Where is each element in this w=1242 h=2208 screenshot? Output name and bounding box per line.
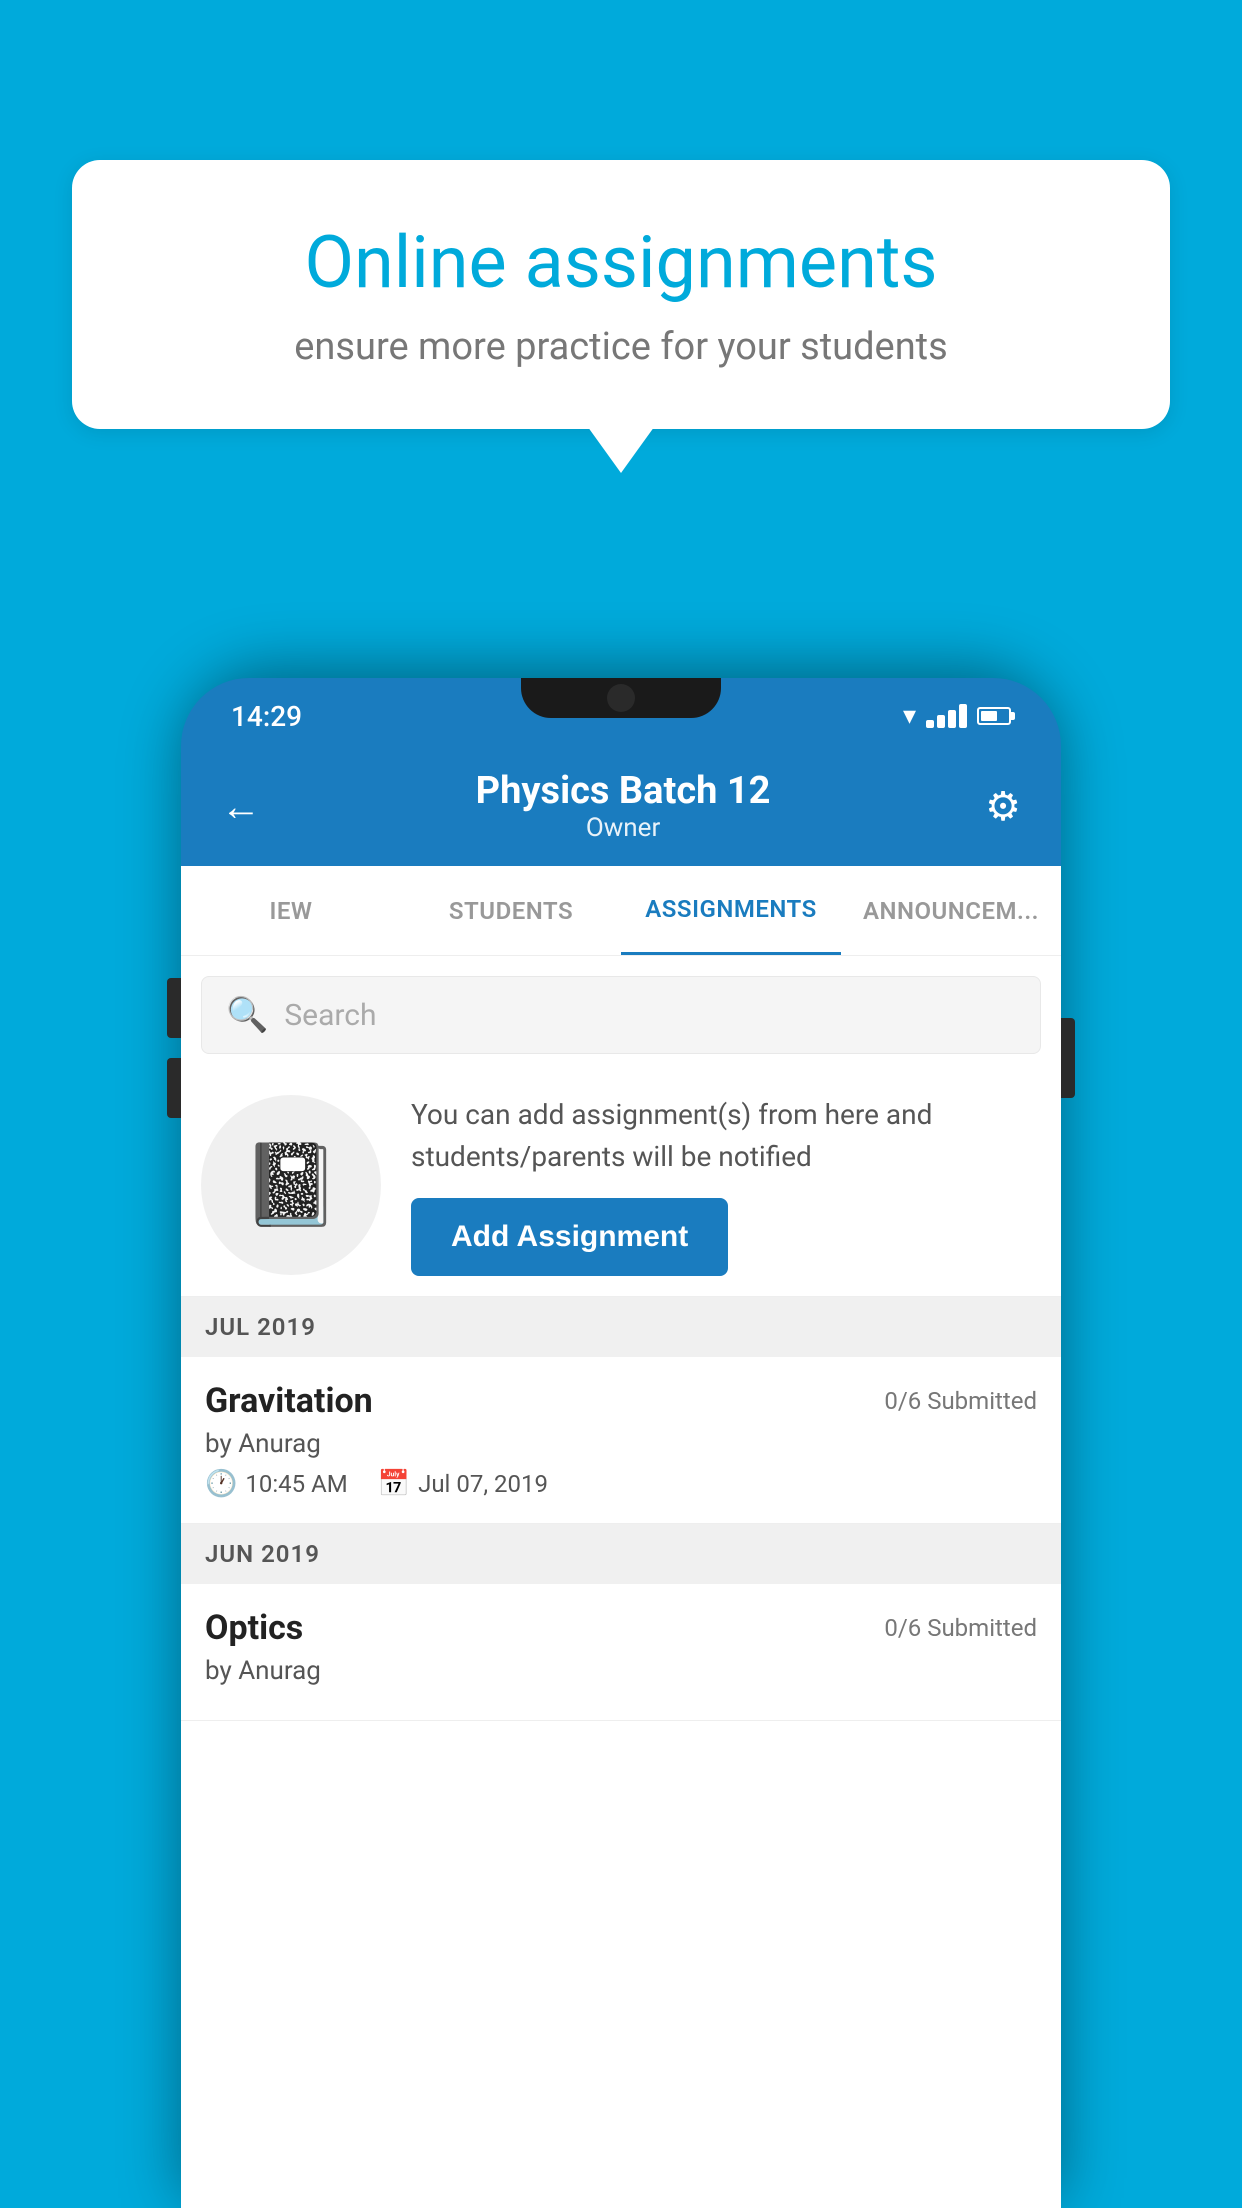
phone-frame: 14:29 ▾ ← Physics Batch 12 Owner ⚙ I [181, 678, 1061, 2208]
power-button[interactable] [1061, 1018, 1075, 1098]
tab-iew[interactable]: IEW [181, 866, 401, 955]
settings-icon[interactable]: ⚙ [985, 783, 1021, 830]
assignment-meta-gravitation: 🕐 10:45 AM 📅 Jul 07, 2019 [205, 1469, 1037, 1499]
assignment-date-gravitation: 📅 Jul 07, 2019 [378, 1469, 548, 1499]
content-area: 🔍 Search 📓 You can add assignment(s) fro… [181, 956, 1061, 2208]
speech-bubble-container: Online assignments ensure more practice … [72, 160, 1170, 429]
signal-icon [926, 704, 967, 728]
volume-down-button[interactable] [167, 1058, 181, 1118]
section-header-jun2019: JUN 2019 [181, 1524, 1061, 1584]
assignment-submitted-optics: 0/6 Submitted [884, 1614, 1037, 1642]
assignment-time-gravitation: 🕐 10:45 AM [205, 1469, 348, 1499]
search-bar[interactable]: 🔍 Search [201, 976, 1041, 1054]
search-placeholder: Search [284, 998, 376, 1033]
assignment-time-value: 10:45 AM [245, 1470, 347, 1498]
tab-students[interactable]: STUDENTS [401, 866, 621, 955]
assignment-item-optics[interactable]: Optics 0/6 Submitted by Anurag [181, 1584, 1061, 1721]
assignment-row-1: Gravitation 0/6 Submitted [205, 1381, 1037, 1421]
promo-section: 📓 You can add assignment(s) from here an… [181, 1074, 1061, 1297]
assignment-item-gravitation[interactable]: Gravitation 0/6 Submitted by Anurag 🕐 10… [181, 1357, 1061, 1524]
header-title: Physics Batch 12 [261, 769, 985, 813]
speech-bubble-subtitle: ensure more practice for your students [142, 325, 1100, 369]
tab-assignments[interactable]: ASSIGNMENTS [621, 866, 841, 955]
clock-icon: 🕐 [205, 1469, 237, 1499]
assignment-title-gravitation: Gravitation [205, 1381, 373, 1421]
wifi-icon: ▾ [903, 701, 916, 731]
back-button[interactable]: ← [221, 783, 261, 830]
tab-bar: IEW STUDENTS ASSIGNMENTS ANNOUNCEM... [181, 866, 1061, 956]
volume-up-button[interactable] [167, 978, 181, 1038]
add-assignment-button[interactable]: Add Assignment [411, 1198, 728, 1276]
phone-notch [521, 678, 721, 718]
section-header-jul2019: JUL 2019 [181, 1297, 1061, 1357]
assignment-date-value: Jul 07, 2019 [418, 1470, 548, 1498]
assignment-title-optics: Optics [205, 1608, 303, 1648]
calendar-icon: 📅 [378, 1469, 410, 1499]
search-icon: 🔍 [226, 995, 268, 1035]
tab-announcements[interactable]: ANNOUNCEM... [841, 866, 1061, 955]
assignment-submitted-gravitation: 0/6 Submitted [884, 1387, 1037, 1415]
status-time: 14:29 [231, 700, 302, 733]
speech-bubble-title: Online assignments [142, 220, 1100, 305]
app-header: ← Physics Batch 12 Owner ⚙ [181, 746, 1061, 866]
notebook-icon: 📓 [241, 1138, 341, 1232]
speech-bubble: Online assignments ensure more practice … [72, 160, 1170, 429]
promo-text-area: You can add assignment(s) from here and … [411, 1094, 1041, 1276]
assignment-author-gravitation: by Anurag [205, 1429, 1037, 1459]
header-title-area: Physics Batch 12 Owner [261, 769, 985, 843]
promo-description: You can add assignment(s) from here and … [411, 1094, 1041, 1178]
status-icons: ▾ [903, 701, 1011, 731]
assignment-row-1-optics: Optics 0/6 Submitted [205, 1608, 1037, 1648]
battery-icon [977, 707, 1011, 725]
front-camera [607, 684, 635, 712]
header-subtitle: Owner [261, 813, 985, 843]
assignment-author-optics: by Anurag [205, 1656, 1037, 1686]
promo-icon-circle: 📓 [201, 1095, 381, 1275]
